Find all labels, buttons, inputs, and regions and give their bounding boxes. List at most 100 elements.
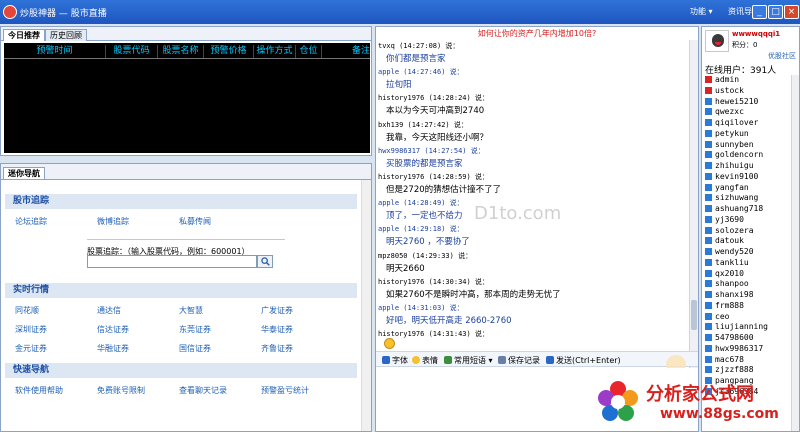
tab-today-recommend[interactable]: 今日推荐 [3, 29, 45, 41]
user-list-item[interactable]: hwx9986317 [705, 344, 791, 355]
link-quote[interactable]: 信达证券 [97, 324, 129, 335]
chat-message-header: mpz8050 (14:29:33) 说： [378, 251, 473, 260]
chat-message-body: 如果2760不是瞬时冲高，那本周的走势无忧了 [386, 289, 561, 300]
user-list-item[interactable]: goldencorn [705, 150, 791, 161]
avatar[interactable] [705, 30, 729, 52]
user-list-item[interactable]: shanxi98 [705, 290, 791, 301]
chat-message-header: apple (14:27:46) 说： [378, 68, 464, 77]
user-name: frm888 [715, 300, 744, 310]
user-list-item[interactable]: ashuang718 [705, 204, 791, 215]
user-list-item[interactable]: datouk [705, 236, 791, 247]
nav-scrollbar[interactable] [361, 180, 371, 431]
user-name: zjzzf888 [715, 365, 754, 375]
user-list-item[interactable]: ceo [705, 312, 791, 323]
save-record-button[interactable]: 保存记录 [498, 355, 540, 366]
column-header[interactable]: 仓位 [296, 45, 322, 58]
close-button[interactable]: × [784, 5, 799, 19]
chat-scroll-thumb[interactable] [691, 300, 697, 330]
stock-search-input[interactable] [87, 255, 257, 268]
user-name: qiqilover [715, 118, 759, 127]
user-icon [705, 172, 712, 180]
user-list-item[interactable]: admin [705, 75, 791, 86]
link-quote[interactable]: 金元证券 [15, 343, 47, 354]
user-name: zhihuigu [715, 161, 754, 170]
minimize-button[interactable]: _ [752, 5, 767, 19]
user-icon [705, 119, 712, 126]
user-name: datouk [715, 236, 744, 246]
column-header[interactable]: 预警价格 [204, 45, 254, 58]
send-icon [546, 356, 554, 364]
user-list-item[interactable]: yangfan [705, 183, 791, 194]
link-quote[interactable]: 国信证券 [179, 343, 211, 354]
user-list-item[interactable]: yj3690 [705, 215, 791, 226]
link-free-account-limit[interactable]: 免费账号限制 [97, 385, 145, 396]
link-quote[interactable]: 广发证券 [261, 305, 293, 316]
link-quote[interactable]: 同花顺 [15, 305, 39, 316]
user-list-item[interactable]: qx2010 [705, 269, 791, 280]
column-header[interactable]: 股票代码 [106, 45, 158, 58]
link-quote[interactable]: 东莞证券 [179, 324, 211, 335]
user-list-item[interactable]: sunnyben [705, 140, 791, 151]
user-list-item[interactable]: tankliu [705, 258, 791, 269]
tab-mini-nav[interactable]: 迷你导航 [3, 167, 45, 179]
link-quote[interactable]: 大智慧 [179, 305, 203, 316]
link-quote[interactable]: 齐鲁证券 [261, 343, 293, 354]
user-list-item[interactable]: qwezxc [705, 107, 791, 118]
tab-history-review[interactable]: 历史回顾 [45, 29, 87, 41]
user-list-item[interactable]: zhihuigu [705, 161, 791, 172]
link-alert-stats[interactable]: 预警盈亏统计 [261, 385, 309, 396]
link-quote[interactable]: 华泰证券 [261, 324, 293, 335]
link-help[interactable]: 软件使用帮助 [15, 385, 63, 396]
link-quote[interactable]: 华融证券 [97, 343, 129, 354]
link-private-rumor[interactable]: 私募传闻 [179, 216, 211, 227]
user-icon [705, 237, 712, 245]
function-menu[interactable]: 功能 ▾ [690, 6, 713, 17]
user-list-item[interactable]: sizhuwang [705, 193, 791, 204]
search-divider [87, 239, 285, 240]
user-icon [705, 301, 712, 309]
ad-logo[interactable]: 分析家公式网 www.88gs.com [596, 376, 800, 432]
user-icon [705, 129, 712, 137]
user-name: petykun [715, 128, 749, 138]
user-list-item[interactable]: liujianning [705, 322, 791, 333]
user-list-item[interactable]: petykun [705, 129, 791, 140]
link-quote[interactable]: 通达信 [97, 305, 121, 316]
maximize-button[interactable]: □ [768, 5, 783, 19]
chat-message-body: 我靠，今天这阳线还小啊？ [386, 132, 489, 143]
link-quote[interactable]: 深圳证券 [15, 324, 47, 335]
user-list-item[interactable]: hewei5210 [705, 97, 791, 108]
link-weibo-tracking[interactable]: 微博追踪 [97, 216, 129, 227]
link-chat-history[interactable]: 查看聊天记录 [179, 385, 227, 396]
user-list-item[interactable]: qiqilover [705, 118, 791, 129]
phrases-button[interactable]: 常用短语 ▾ [444, 355, 493, 366]
emoji-button[interactable]: 表情 [412, 355, 438, 366]
user-list-item[interactable]: kevin9100 [705, 172, 791, 183]
column-header[interactable]: 预警时间 [4, 45, 106, 58]
smiley-emoji-icon [384, 338, 395, 349]
user-list-item[interactable]: wendy520 [705, 247, 791, 258]
column-header[interactable]: 操作方式 [254, 45, 296, 58]
chat-message-body: 好吧，明天低开高走 2660-2760 [386, 316, 512, 326]
alert-tabbar: 今日推荐 历史回顾 [1, 27, 371, 41]
user-list-item[interactable]: zjzzf888 [705, 365, 791, 376]
community-link[interactable]: 优股社区 [768, 51, 796, 61]
user-list-item[interactable]: frm888 [705, 301, 791, 312]
column-header[interactable]: 股票名称 [158, 45, 204, 58]
function-menu-label[interactable]: 功能 [690, 7, 706, 16]
user-list-item[interactable]: ustock [705, 86, 791, 97]
font-icon [382, 356, 390, 364]
user-icon [705, 366, 712, 374]
link-forum-tracking[interactable]: 论坛追踪 [15, 216, 47, 227]
font-button[interactable]: 字体 [382, 355, 408, 366]
chat-banner-link[interactable]: 如何让你的资产几年内增加10倍? [376, 27, 698, 40]
chat-message-header: history1976 (14:28:59) 说： [378, 173, 489, 181]
chat-scrollbar[interactable] [689, 40, 698, 373]
send-button[interactable]: 发送(Ctrl+Enter) [546, 355, 621, 366]
flower-logo-icon [598, 381, 638, 421]
column-header[interactable]: 备注 [322, 45, 370, 58]
user-list-item[interactable]: shanpoo [705, 279, 791, 290]
user-list-item[interactable]: mac678 [705, 355, 791, 366]
user-list-item[interactable]: solozera [705, 226, 791, 237]
user-list-item[interactable]: 54798600 [705, 333, 791, 344]
search-button[interactable] [257, 255, 273, 268]
